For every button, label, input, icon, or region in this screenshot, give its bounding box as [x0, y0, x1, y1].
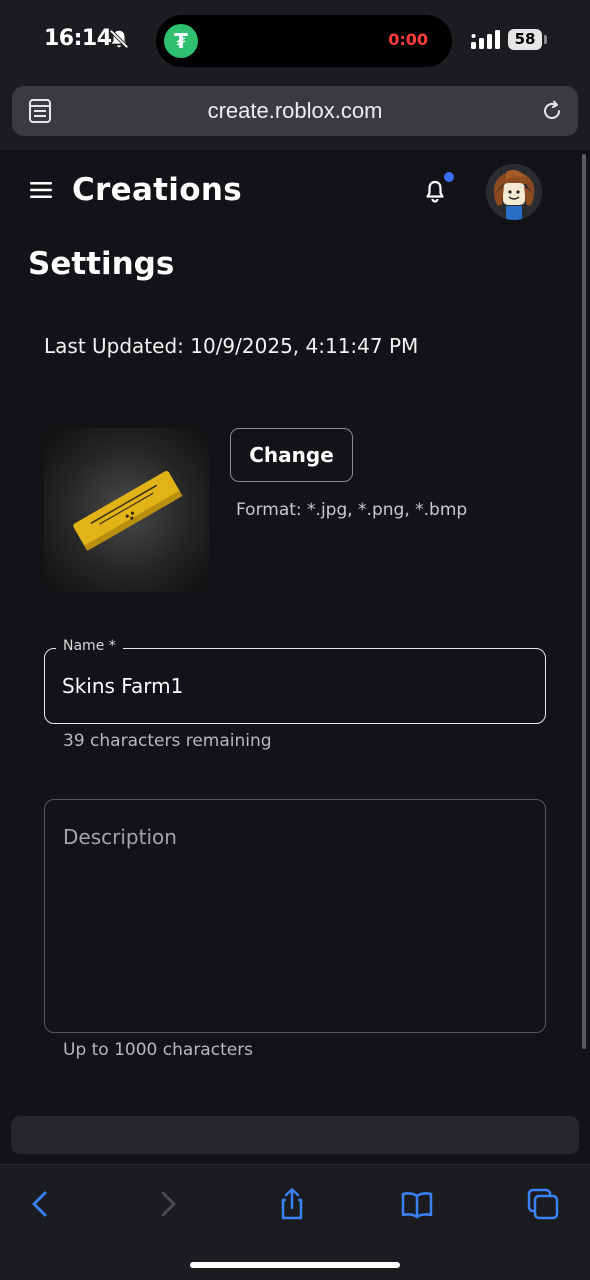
ticket-thumbnail-image [73, 470, 183, 551]
last-updated-text: Last Updated: 10/9/2025, 4:11:47 PM [44, 334, 419, 358]
back-icon[interactable] [24, 1187, 58, 1221]
notification-badge [444, 172, 454, 182]
bookmarks-icon[interactable] [400, 1187, 434, 1221]
name-field-label: Name * [56, 638, 123, 654]
dynamic-island: ₮ 0:00 [156, 15, 452, 67]
name-characters-remaining: 39 characters remaining [63, 731, 272, 751]
format-hint: Format: *.jpg, *.png, *.bmp [236, 500, 468, 520]
experience-thumbnail [44, 428, 209, 592]
address-bar[interactable]: create.roblox.com [12, 86, 578, 136]
share-icon[interactable] [275, 1187, 309, 1221]
status-bar: 16:14 ₮ 0:00 58 [0, 0, 590, 80]
avatar-image [486, 164, 542, 220]
battery-tip [544, 35, 547, 44]
home-indicator[interactable] [190, 1262, 400, 1268]
avatar[interactable] [486, 164, 542, 220]
url-text[interactable]: create.roblox.com [12, 98, 578, 124]
bell-slash-icon [109, 29, 129, 49]
browser-address-area: create.roblox.com [0, 80, 590, 150]
description-placeholder[interactable]: Description [63, 825, 177, 849]
reload-icon[interactable] [540, 99, 564, 123]
change-thumbnail-button[interactable]: Change [230, 428, 353, 482]
status-time: 16:14 [44, 26, 112, 51]
tabs-overview-icon[interactable] [526, 1187, 560, 1221]
description-limit-hint: Up to 1000 characters [63, 1040, 254, 1060]
hamburger-menu-icon[interactable] [30, 181, 52, 199]
page-header-title[interactable]: Creations [72, 172, 242, 208]
page-scrollbar[interactable] [582, 154, 586, 1049]
name-field-value[interactable]: Skins Farm1 [62, 674, 183, 698]
page-title: Settings [28, 246, 175, 282]
tether-icon: ₮ [164, 24, 198, 58]
signal-icon [471, 30, 500, 49]
forward-icon[interactable] [150, 1187, 184, 1221]
battery-icon: 58 [508, 29, 542, 50]
bottom-panel [11, 1116, 579, 1154]
recording-timer: 0:00 [388, 30, 428, 49]
